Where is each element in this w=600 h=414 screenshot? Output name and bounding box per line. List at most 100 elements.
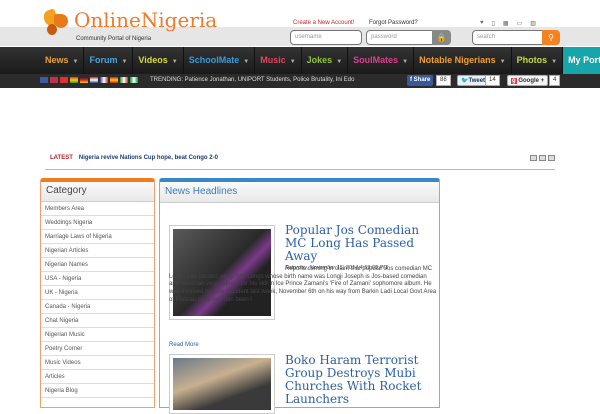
chevron-down-icon: ▼	[336, 59, 343, 65]
category-item[interactable]: Poetry Corner	[41, 342, 154, 356]
category-title: Category	[41, 182, 154, 202]
butterfly-icon	[41, 8, 72, 38]
category-item[interactable]: Nigeria Blog	[41, 384, 154, 398]
mobile-icon[interactable]: ▯	[492, 20, 495, 27]
nav-label: Notable Nigerians	[419, 55, 496, 65]
logo-title: OnlineNigeria	[74, 8, 218, 32]
category-item[interactable]: Articles	[41, 370, 154, 384]
google-count: 4	[549, 75, 561, 86]
forgot-password-link[interactable]: Forgot Password?	[369, 20, 418, 26]
flag-nl-icon[interactable]	[90, 77, 98, 83]
latest-ticker: LATEST Nigeria revive Nations Cup hope, …	[50, 155, 218, 161]
category-item[interactable]: Nigerian Music	[41, 328, 154, 342]
flag-de-icon[interactable]	[80, 77, 88, 83]
category-item[interactable]: Members Area	[41, 202, 154, 216]
nav-item-forum[interactable]: Forum ▼	[84, 47, 134, 74]
chevron-down-icon: ▼	[243, 59, 250, 65]
nav-label: My Portal	[568, 55, 600, 65]
flag-ng-icon[interactable]	[130, 77, 138, 83]
search-button[interactable]: ⚲	[542, 30, 560, 45]
chevron-down-icon: ▼	[551, 59, 558, 65]
nav-item-music[interactable]: Music ▼	[255, 47, 302, 74]
share-label: Share	[413, 77, 431, 83]
nav-item-soulmates[interactable]: SoulMates ▼	[348, 47, 415, 74]
logo-subtitle: Community Portal of Nigeria	[76, 36, 152, 42]
nav-item-news[interactable]: News ▼	[40, 47, 85, 74]
google-label: Google +	[518, 78, 545, 84]
news-headlines-panel: News Headlines Popular Jos Comedian MC L…	[159, 178, 440, 414]
search-input[interactable]: search	[472, 30, 543, 45]
tweet-count: 14	[485, 75, 500, 86]
nav-label: Videos	[138, 55, 168, 65]
top-icons: ♥ ▯ ▦ ▭ ▥	[480, 20, 536, 27]
ticker-controls	[530, 155, 555, 161]
heart-icon[interactable]: ♥	[480, 20, 484, 27]
nav-label: Jokes	[306, 55, 333, 65]
google-plus-button[interactable]: g Google +	[507, 75, 549, 86]
chevron-down-icon: ▼	[72, 59, 79, 65]
login-lock-button[interactable]: 🔒	[432, 30, 451, 45]
chevron-down-icon: ▼	[402, 59, 409, 65]
category-item[interactable]: USA - Nigeria	[41, 272, 154, 286]
language-flags	[40, 77, 138, 83]
tweet-label: Tweet	[468, 78, 486, 84]
nav-item-my-portal[interactable]: My Portal▼	[563, 47, 600, 74]
flag-ca-icon[interactable]	[60, 77, 68, 83]
username-input[interactable]: username	[290, 30, 362, 45]
article-title[interactable]: Popular Jos Comedian MC Long Has Passed …	[285, 224, 425, 263]
nav-label: Forum	[89, 55, 118, 65]
nav-item-schoolmate[interactable]: SchoolMate ▼	[184, 47, 256, 74]
rss-icon[interactable]: ▦	[503, 20, 509, 27]
flag-gh-icon[interactable]	[70, 77, 78, 83]
share-count: 88	[436, 75, 451, 86]
prev-icon[interactable]	[539, 155, 546, 161]
nav-item-notable-nigerians[interactable]: Notable Nigerians ▼	[414, 47, 512, 74]
nav-item-photos[interactable]: Photos ▼	[512, 47, 564, 74]
category-item[interactable]: UK - Nigeria	[41, 286, 154, 300]
nav-label: SchoolMate	[188, 55, 240, 65]
chevron-down-icon: ▼	[499, 59, 506, 65]
nav-label: News	[45, 55, 69, 65]
category-panel: Category Members Area Weddings Nigeria Mar…	[40, 178, 155, 408]
flag-it-icon[interactable]	[120, 77, 128, 83]
read-more-link[interactable]: Read More	[169, 342, 199, 348]
flag-fr-icon[interactable]	[100, 77, 108, 83]
chevron-down-icon: ▼	[121, 59, 128, 65]
grid-icon[interactable]: ▥	[530, 20, 536, 27]
search-icon: ⚲	[548, 33, 554, 42]
latest-headline[interactable]: Nigeria revive Nations Cup hope, beat Co…	[79, 155, 218, 161]
pause-icon[interactable]	[530, 155, 537, 161]
category-item[interactable]: Marriage Laws of Nigeria	[41, 230, 154, 244]
category-item[interactable]: Canada - Nigeria	[41, 300, 154, 314]
nav-item-jokes[interactable]: Jokes ▼	[302, 47, 349, 74]
category-item[interactable]: Nigerian Names	[41, 258, 154, 272]
latest-label: LATEST	[50, 155, 73, 161]
document-icon[interactable]: ▭	[517, 20, 523, 27]
facebook-share-button[interactable]: f Share	[407, 75, 434, 86]
divider	[45, 169, 555, 170]
google-plus-icon: g	[511, 78, 517, 84]
flag-uk-icon[interactable]	[50, 77, 58, 83]
trending-text[interactable]: TRENDING: Patience Jonathan, UNIPORT Stu…	[150, 77, 354, 83]
article: Popular Jos Comedian MC Long Has Passed …	[285, 224, 425, 272]
nav-label: Photos	[516, 55, 548, 65]
flag-us-icon[interactable]	[40, 77, 48, 83]
category-list: Members Area Weddings Nigeria Marriage Law…	[41, 202, 154, 398]
category-item[interactable]: Weddings Nigeria	[41, 216, 154, 230]
chevron-down-icon: ▼	[171, 59, 178, 65]
create-account-link[interactable]: Create a New Account!	[293, 20, 354, 26]
password-input[interactable]: password	[366, 30, 433, 45]
nav-label: Music	[260, 55, 286, 65]
nav-label: SoulMates	[353, 55, 399, 65]
category-item[interactable]: Nigerian Articles	[41, 244, 154, 258]
category-item[interactable]: Music Videos	[41, 356, 154, 370]
article-image	[173, 358, 271, 410]
news-headlines-title: News Headlines	[160, 182, 439, 203]
category-item[interactable]: Chat Nigeria	[41, 314, 154, 328]
flag-es-icon[interactable]	[110, 77, 118, 83]
article-title[interactable]: Boko Haram Terrorist Group Destroys Mubi…	[285, 354, 435, 406]
next-icon[interactable]	[548, 155, 555, 161]
article-thumbnail[interactable]	[169, 354, 275, 414]
site-logo[interactable]: OnlineNigeria Community Portal of Nigeri…	[41, 8, 218, 42]
nav-item-videos[interactable]: Videos ▼	[133, 47, 184, 74]
